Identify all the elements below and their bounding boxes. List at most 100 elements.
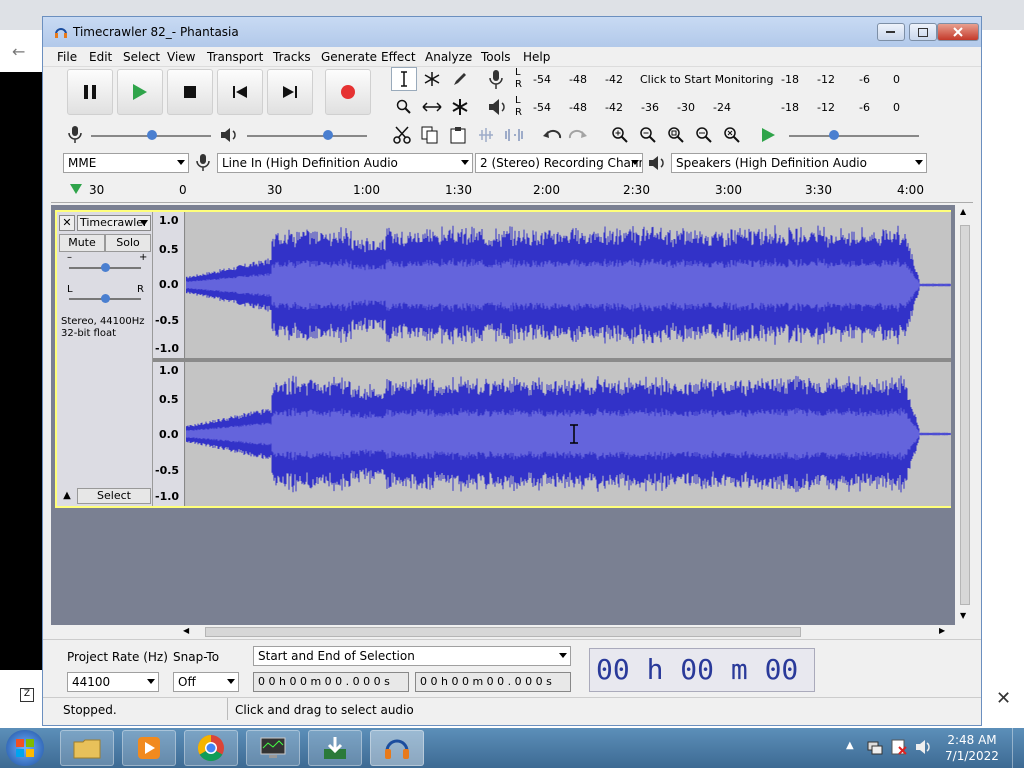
record-button[interactable] bbox=[325, 69, 371, 115]
output-volume-icon bbox=[221, 128, 236, 142]
solo-button[interactable]: Solo bbox=[105, 234, 151, 252]
volume-icon[interactable] bbox=[914, 738, 932, 756]
copy-button[interactable] bbox=[417, 123, 443, 147]
menu-file[interactable]: File bbox=[55, 47, 79, 67]
vertical-scroll-thumb[interactable] bbox=[960, 225, 970, 605]
menu-generate[interactable]: Generate bbox=[319, 47, 379, 67]
skip-to-end-button[interactable] bbox=[267, 69, 313, 115]
scroll-down-icon[interactable]: ▼ bbox=[960, 611, 966, 620]
project-rate-select[interactable]: 44100 bbox=[67, 672, 159, 692]
play-head-icon[interactable] bbox=[69, 183, 83, 195]
input-volume-slider[interactable] bbox=[91, 130, 211, 140]
fit-selection-button[interactable] bbox=[663, 123, 689, 147]
play-button[interactable] bbox=[117, 69, 163, 115]
zoom-in-button[interactable] bbox=[607, 123, 633, 147]
left-channel-waveform[interactable] bbox=[186, 212, 951, 358]
menu-effect[interactable]: Effect bbox=[379, 47, 418, 67]
menu-view[interactable]: View bbox=[165, 47, 197, 67]
silence-button[interactable] bbox=[501, 123, 527, 147]
draw-tool[interactable] bbox=[447, 67, 473, 91]
zoom-out-button[interactable] bbox=[635, 123, 661, 147]
trim-button[interactable] bbox=[473, 123, 499, 147]
skip-to-start-button[interactable] bbox=[217, 69, 263, 115]
skip-end-icon bbox=[283, 86, 297, 98]
input-device-select[interactable]: Line In (High Definition Audio bbox=[217, 153, 473, 173]
close-icon[interactable]: ✕ bbox=[996, 688, 1011, 709]
menu-select[interactable]: Select bbox=[121, 47, 162, 67]
mute-button[interactable]: Mute bbox=[59, 234, 105, 252]
time-shift-tool[interactable] bbox=[419, 95, 445, 119]
action-center-icon[interactable] bbox=[890, 738, 908, 756]
audio-track[interactable]: ✕ Timecrawler Mute Solo – + L R Stereo, … bbox=[55, 210, 951, 508]
horizontal-scrollbar[interactable]: ◀ ▶ bbox=[183, 625, 953, 639]
vertical-scrollbar[interactable]: ▲ ▼ bbox=[957, 205, 973, 625]
record-meter[interactable]: -54 -48 -42 Click to Start Monitoring -1… bbox=[525, 69, 925, 91]
output-volume-slider[interactable] bbox=[247, 130, 367, 140]
playback-meter[interactable]: -54 -48 -42 -36 -30 -24 -18 -12 -6 0 bbox=[525, 97, 925, 119]
taskbar-chrome[interactable] bbox=[184, 730, 238, 766]
windows-logo-icon bbox=[16, 739, 34, 757]
collapse-icon[interactable]: ▲ bbox=[59, 488, 75, 504]
taskbar-download-app[interactable] bbox=[308, 730, 362, 766]
selection-end-time[interactable]: 0 0 h 0 0 m 0 0 . 0 0 0 s bbox=[415, 672, 571, 692]
meter-tick: -6 bbox=[859, 101, 870, 114]
output-device-select[interactable]: Speakers (High Definition Audio bbox=[671, 153, 927, 173]
start-button[interactable] bbox=[6, 730, 44, 766]
menu-tools[interactable]: Tools bbox=[479, 47, 513, 67]
show-desktop-button[interactable] bbox=[1012, 728, 1024, 768]
scroll-right-icon[interactable]: ▶ bbox=[939, 626, 945, 635]
gain-slider[interactable] bbox=[69, 263, 141, 272]
monitoring-prompt[interactable]: Click to Start Monitoring bbox=[640, 73, 773, 86]
play-at-speed-button[interactable] bbox=[755, 123, 781, 147]
paste-button[interactable] bbox=[445, 123, 471, 147]
redo-button[interactable] bbox=[565, 123, 591, 147]
close-button[interactable] bbox=[937, 23, 979, 41]
taskbar-audacity[interactable] bbox=[370, 730, 424, 766]
horizontal-scroll-thumb[interactable] bbox=[205, 627, 801, 637]
maximize-button[interactable] bbox=[909, 23, 937, 41]
scroll-left-icon[interactable]: ◀ bbox=[183, 626, 189, 635]
zoom-tool[interactable] bbox=[391, 95, 417, 119]
scroll-up-icon[interactable]: ▲ bbox=[960, 207, 966, 216]
meter-tick: -6 bbox=[859, 73, 870, 86]
track-name-menu[interactable]: Timecrawler bbox=[77, 215, 151, 231]
pan-slider[interactable] bbox=[69, 294, 141, 303]
stop-button[interactable] bbox=[167, 69, 213, 115]
channels-select[interactable]: 2 (Stereo) Recording Chann bbox=[475, 153, 643, 173]
taskbar-monitor-app[interactable] bbox=[246, 730, 300, 766]
envelope-tool[interactable] bbox=[419, 67, 445, 91]
taskbar-media-player[interactable] bbox=[122, 730, 176, 766]
menu-tracks[interactable]: Tracks bbox=[271, 47, 313, 67]
multi-tool[interactable] bbox=[447, 95, 473, 119]
tray-expand-icon[interactable]: ▲ bbox=[846, 740, 854, 751]
network-icon[interactable] bbox=[866, 738, 884, 756]
track-close-button[interactable]: ✕ bbox=[59, 215, 75, 231]
title-bar[interactable]: Timecrawler 82_- Phantasia bbox=[43, 17, 981, 47]
menu-analyze[interactable]: Analyze bbox=[423, 47, 474, 67]
selection-start-time[interactable]: 0 0 h 0 0 m 0 0 . 0 0 0 s bbox=[253, 672, 409, 692]
selection-mode-select[interactable]: Start and End of Selection bbox=[253, 646, 571, 666]
z-icon: Z bbox=[20, 688, 34, 702]
menu-transport[interactable]: Transport bbox=[205, 47, 265, 67]
timeline-ruler[interactable]: 30 0 30 1:00 1:30 2:00 2:30 3:00 3:30 4:… bbox=[51, 177, 973, 203]
track-area[interactable]: ✕ Timecrawler Mute Solo – + L R Stereo, … bbox=[51, 205, 955, 625]
microphone-icon[interactable] bbox=[487, 69, 505, 91]
cut-button[interactable] bbox=[389, 123, 415, 147]
pan-right-label: R bbox=[137, 284, 144, 295]
undo-button[interactable] bbox=[539, 123, 565, 147]
zoom-toggle-button[interactable] bbox=[719, 123, 745, 147]
fit-project-button[interactable] bbox=[691, 123, 717, 147]
track-select-button[interactable]: Select bbox=[77, 488, 151, 504]
selection-tool[interactable] bbox=[391, 67, 417, 91]
system-clock[interactable]: 2:48 AM 7/1/2022 bbox=[944, 732, 1000, 764]
taskbar-explorer[interactable] bbox=[60, 730, 114, 766]
minimize-button[interactable] bbox=[877, 23, 905, 41]
audio-position-display[interactable]: 00 h 00 m 00 s bbox=[589, 648, 815, 692]
pause-button[interactable] bbox=[67, 69, 113, 115]
host-select[interactable]: MME bbox=[63, 153, 189, 173]
snap-to-select[interactable]: Off bbox=[173, 672, 239, 692]
menu-edit[interactable]: Edit bbox=[87, 47, 114, 67]
speaker-icon[interactable] bbox=[487, 97, 509, 117]
playback-speed-slider[interactable] bbox=[789, 130, 919, 140]
menu-help[interactable]: Help bbox=[521, 47, 552, 67]
